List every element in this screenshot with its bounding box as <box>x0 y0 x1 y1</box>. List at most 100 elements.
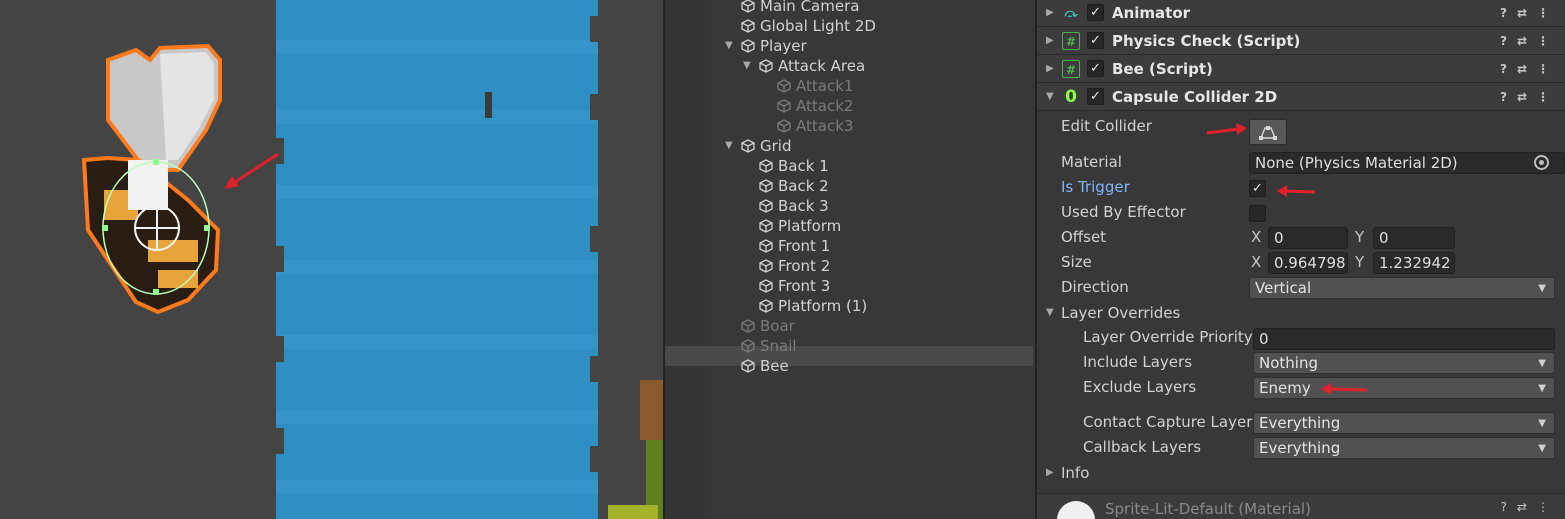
callback-layers-value: Everything <box>1259 439 1341 457</box>
hierarchy-item[interactable]: Back 2 <box>759 176 829 196</box>
callback-layers-dropdown[interactable]: Everything ▼ <box>1253 437 1555 459</box>
size-y-value: 1.232942 <box>1379 254 1451 272</box>
offset-y-field[interactable]: 0 <box>1373 227 1455 249</box>
exclude-layers-dropdown[interactable]: Enemy ▼ <box>1253 377 1555 399</box>
component-header-icons[interactable]: ?⇄⋮ <box>1500 83 1559 111</box>
fold-arrow-icon[interactable]: ▶ <box>1046 0 1054 27</box>
fold-arrow-icon[interactable]: ▶ <box>1046 55 1054 83</box>
gameobject-cube-icon <box>741 0 755 13</box>
capsule-collider-gizmo[interactable] <box>100 158 212 300</box>
hierarchy-item[interactable]: Back 1 <box>759 156 829 176</box>
layer-override-priority-field[interactable]: 0 <box>1253 328 1555 350</box>
hierarchy-item[interactable]: Global Light 2D <box>741 16 876 36</box>
chevron-down-icon: ▼ <box>1538 443 1546 454</box>
size-x-field[interactable]: 0.964798 <box>1268 252 1348 274</box>
gameobject-cube-icon <box>741 138 755 153</box>
hierarchy-item-label: Platform (1) <box>778 297 868 315</box>
gameobject-cube-icon <box>759 258 773 273</box>
object-picker-icon[interactable] <box>1534 155 1549 170</box>
material-preview-icon <box>1057 501 1095 519</box>
hierarchy-item[interactable]: Snail <box>741 336 797 356</box>
include-layers-label: Include Layers <box>1083 353 1193 371</box>
component-header-capsule-collider[interactable]: ▼ 0 ✓ Capsule Collider 2D ?⇄⋮ <box>1037 83 1565 111</box>
edit-collider-label: Edit Collider <box>1061 117 1152 135</box>
gameobject-cube-icon <box>741 38 755 53</box>
exclude-layers-label: Exclude Layers <box>1083 378 1197 396</box>
offset-y-value: 0 <box>1379 229 1389 247</box>
contact-capture-layers-value: Everything <box>1259 414 1341 432</box>
hierarchy-item[interactable]: Front 2 <box>759 256 830 276</box>
material-header-icons[interactable]: ?⇄⋮ <box>1501 500 1559 514</box>
annotation-arrow-scene <box>224 152 279 189</box>
hierarchy-item-label: Main Camera <box>760 0 860 15</box>
hierarchy-item[interactable]: Boar <box>741 316 795 336</box>
hierarchy-item[interactable]: Platform <box>759 216 841 236</box>
component-header-bee-script[interactable]: ▶ # ✓ Bee (Script) ?⇄⋮ <box>1037 55 1565 83</box>
chevron-down-icon: ▼ <box>1538 418 1546 429</box>
component-header-animator[interactable]: ▶ ⤼ ✓ Animator ?⇄⋮ <box>1037 0 1565 27</box>
direction-value: Vertical <box>1255 279 1312 297</box>
component-header-icons[interactable]: ?⇄⋮ <box>1500 0 1559 27</box>
used-by-effector-checkbox[interactable] <box>1249 205 1266 222</box>
hierarchy-item-label: Attack Area <box>778 57 866 75</box>
hierarchy-item[interactable]: Front 1 <box>759 236 830 256</box>
hierarchy-item[interactable]: Attack2 <box>777 96 853 116</box>
expand-arrow-icon[interactable]: ▼ <box>743 56 751 76</box>
component-name: Animator <box>1112 4 1191 22</box>
layer-override-priority-value: 0 <box>1259 330 1269 348</box>
gameobject-cube-icon <box>759 218 773 233</box>
hierarchy-item[interactable]: ▼ Attack Area <box>743 56 866 76</box>
component-enabled-checkbox[interactable]: ✓ <box>1087 88 1104 105</box>
hierarchy-item-label: Global Light 2D <box>760 17 876 35</box>
hierarchy-item[interactable]: Bee <box>741 356 789 376</box>
hierarchy-item-label: Grid <box>760 137 792 155</box>
component-header-icons[interactable]: ?⇄⋮ <box>1500 27 1559 55</box>
gameobject-cube-icon <box>777 98 791 113</box>
fold-arrow-icon[interactable]: ▶ <box>1046 27 1054 55</box>
hierarchy-item[interactable]: Front 3 <box>759 276 830 296</box>
scene-view[interactable] <box>0 0 663 519</box>
hierarchy-item-label: Attack2 <box>796 97 854 115</box>
inspector-panel[interactable]: ▶ ⤼ ✓ Animator ?⇄⋮ ▶ # ✓ Physics Check (… <box>1035 0 1565 519</box>
fold-arrow-icon[interactable]: ▶ <box>1046 467 1054 478</box>
hierarchy-item[interactable]: Main Camera <box>741 0 859 16</box>
hierarchy-panel[interactable]: Main Camera Global Light 2D ▼ Player ▼ Attack… <box>665 0 1033 519</box>
component-enabled-checkbox[interactable]: ✓ <box>1087 4 1104 21</box>
is-trigger-checkbox[interactable]: ✓ <box>1249 180 1266 197</box>
hierarchy-item[interactable]: Back 3 <box>759 196 829 216</box>
hierarchy-item-label: Back 1 <box>778 157 829 175</box>
component-name: Bee (Script) <box>1112 60 1213 78</box>
hierarchy-item[interactable]: Platform (1) <box>759 296 867 316</box>
contact-capture-layers-dropdown[interactable]: Everything ▼ <box>1253 412 1555 434</box>
hierarchy-item[interactable]: Attack3 <box>777 116 853 136</box>
size-y-field[interactable]: 1.232942 <box>1373 252 1455 274</box>
component-header-physics-check[interactable]: ▶ # ✓ Physics Check (Script) ?⇄⋮ <box>1037 27 1565 55</box>
script-icon: # <box>1062 60 1080 78</box>
expand-arrow-icon[interactable]: ▼ <box>725 136 733 156</box>
hierarchy-item[interactable]: ▼ Player <box>725 36 807 56</box>
fold-arrow-down-icon[interactable]: ▼ <box>1046 83 1054 111</box>
fold-arrow-down-icon[interactable]: ▼ <box>1046 307 1054 318</box>
material-footer[interactable]: Sprite-Lit-Default (Material) ?⇄⋮ <box>1037 493 1565 519</box>
include-layers-dropdown[interactable]: Nothing ▼ <box>1253 352 1555 374</box>
hierarchy-gutter <box>665 0 705 519</box>
component-name: Physics Check (Script) <box>1112 32 1301 50</box>
chevron-down-icon: ▼ <box>1538 383 1546 394</box>
gameobject-cube-icon <box>741 358 755 373</box>
component-enabled-checkbox[interactable]: ✓ <box>1087 60 1104 77</box>
component-header-icons[interactable]: ?⇄⋮ <box>1500 55 1559 83</box>
hierarchy-item-label: Attack1 <box>796 77 854 95</box>
material-field[interactable]: None (Physics Material 2D) <box>1249 152 1565 174</box>
info-label[interactable]: Info <box>1061 462 1089 484</box>
direction-dropdown[interactable]: Vertical ▼ <box>1249 277 1555 299</box>
expand-arrow-icon[interactable]: ▼ <box>725 36 733 56</box>
size-y-axis-label: Y <box>1355 253 1365 271</box>
layer-overrides-label[interactable]: Layer Overrides <box>1061 302 1180 324</box>
edit-collider-button[interactable] <box>1249 119 1287 145</box>
gameobject-cube-icon <box>741 318 755 333</box>
hierarchy-item[interactable]: Attack1 <box>777 76 853 96</box>
component-enabled-checkbox[interactable]: ✓ <box>1087 32 1104 49</box>
offset-x-field[interactable]: 0 <box>1268 227 1348 249</box>
offset-label: Offset <box>1061 228 1107 246</box>
hierarchy-item[interactable]: ▼ Grid <box>725 136 792 156</box>
